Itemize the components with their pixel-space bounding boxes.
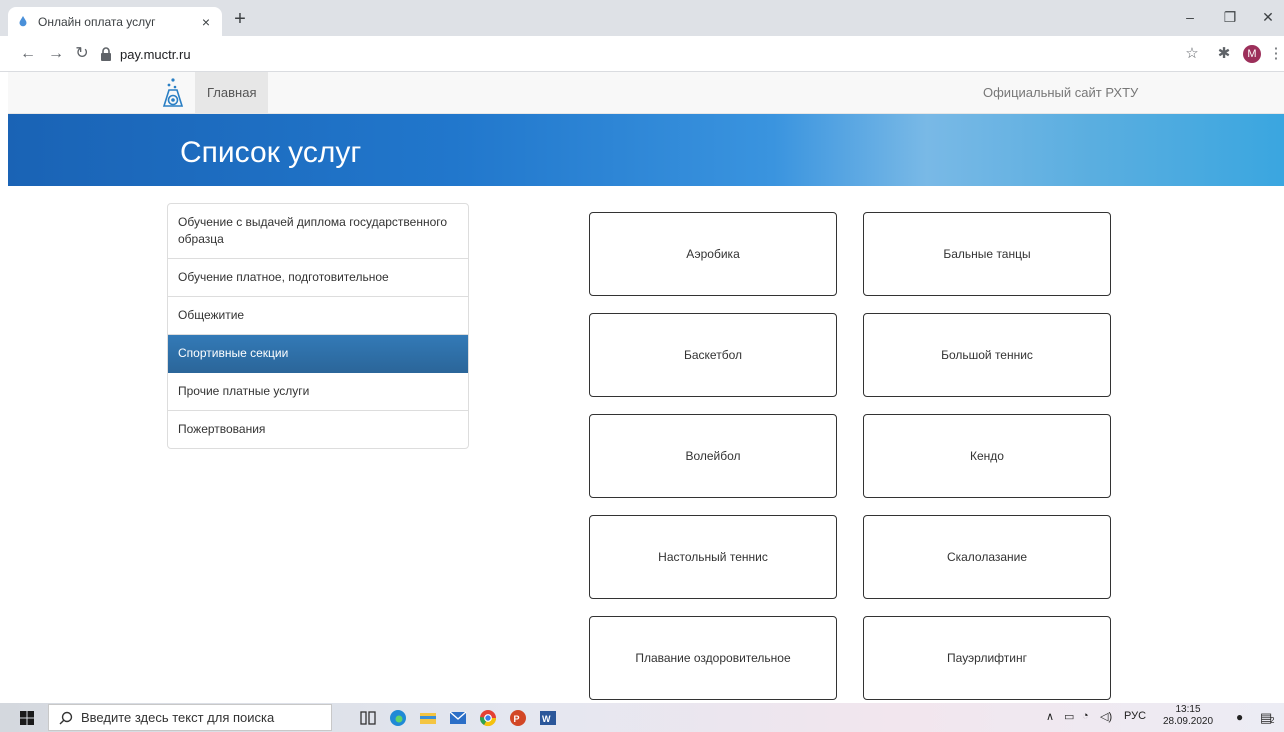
service-button-volleyball[interactable]: Волейбол xyxy=(589,414,837,498)
category-list: Обучение с выдачей диплома государственн… xyxy=(167,203,469,449)
svg-text:P: P xyxy=(514,714,520,724)
dnd-icon[interactable]: ● xyxy=(1236,710,1243,724)
category-item-dormitory[interactable]: Общежитие xyxy=(168,297,468,335)
service-button-table-tennis[interactable]: Настольный теннис xyxy=(589,515,837,599)
category-item-diploma-education[interactable]: Обучение с выдачей диплома государственн… xyxy=(168,204,468,259)
page-title: Список услуг xyxy=(180,136,362,169)
service-button-ballroom-dancing[interactable]: Бальные танцы xyxy=(863,212,1111,296)
browser-tab[interactable]: Онлайн оплата услуг × xyxy=(8,7,222,36)
service-button-swimming[interactable]: Плавание оздоровительное xyxy=(589,616,837,700)
wifi-icon[interactable]: ◔ xyxy=(1082,710,1089,722)
forward-icon[interactable]: → xyxy=(44,42,68,66)
word-icon[interactable]: W xyxy=(538,708,558,728)
search-icon xyxy=(59,711,73,724)
service-button-aerobics[interactable]: Аэробика xyxy=(589,212,837,296)
clock-time: 13:15 xyxy=(1175,704,1201,715)
service-button-climbing[interactable]: Скалолазание xyxy=(863,515,1111,599)
extensions-icon[interactable]: ✱ xyxy=(1212,42,1236,66)
site-navbar: Главная Официальный сайт РХТУ xyxy=(8,72,1284,114)
url-text: pay.muctr.ru xyxy=(120,46,191,62)
taskbar-search-box[interactable]: Введите здесь текст для поиска xyxy=(48,704,332,731)
site-favicon-icon xyxy=(19,15,27,26)
volume-icon[interactable]: ◁) xyxy=(1100,710,1112,723)
address-bar[interactable]: pay.muctr.ru xyxy=(100,43,1160,65)
service-button-powerlifting[interactable]: Пауэрлифтинг xyxy=(863,616,1111,700)
clock-date: 28.09.2020 xyxy=(1162,716,1214,727)
reload-icon[interactable]: ↻ xyxy=(70,42,94,66)
chrome-icon[interactable] xyxy=(478,708,498,728)
taskbar-search-placeholder: Введите здесь текст для поиска xyxy=(81,710,275,725)
category-item-donations[interactable]: Пожертвования xyxy=(168,411,468,448)
browser-tab-strip: Онлайн оплата услуг × + – ❐ ✕ xyxy=(0,0,1284,36)
category-item-paid-preparatory[interactable]: Обучение платное, подготовительное xyxy=(168,259,468,297)
language-indicator[interactable]: РУС xyxy=(1124,710,1146,722)
file-explorer-icon[interactable] xyxy=(418,708,438,728)
windows-start-icon[interactable] xyxy=(20,711,34,725)
hero-banner: Список услуг xyxy=(8,114,1284,186)
tab-title: Онлайн оплата услуг xyxy=(38,14,156,29)
task-view-icon[interactable] xyxy=(358,708,378,728)
minimize-icon[interactable]: – xyxy=(1172,5,1208,29)
lock-icon xyxy=(101,47,111,61)
profile-avatar[interactable]: M xyxy=(1243,45,1261,63)
edge-browser-icon[interactable] xyxy=(388,708,408,728)
tab-close-icon[interactable]: × xyxy=(198,14,214,30)
mail-icon[interactable] xyxy=(448,708,468,728)
windows-taskbar: Введите здесь текст для поиска P W ∧ ▭ ◔… xyxy=(0,703,1284,732)
nav-home-link[interactable]: Главная xyxy=(195,72,269,113)
new-tab-button[interactable]: + xyxy=(228,8,252,32)
taskbar-clock[interactable]: 13:15 28.09.2020 xyxy=(1160,704,1216,728)
official-site-link[interactable]: Официальный сайт РХТУ xyxy=(983,72,1138,113)
category-item-sports-sections[interactable]: Спортивные секции xyxy=(168,335,468,373)
battery-icon[interactable]: ▭ xyxy=(1064,710,1074,723)
rhtu-logo-icon[interactable] xyxy=(160,76,186,110)
notification-count-badge: 2 xyxy=(1270,716,1275,725)
browser-menu-icon[interactable]: ⋮ xyxy=(1264,42,1284,66)
svg-text:W: W xyxy=(542,714,551,724)
tray-chevron-up-icon[interactable]: ∧ xyxy=(1046,710,1054,723)
service-button-kendo[interactable]: Кендо xyxy=(863,414,1111,498)
browser-toolbar: ← → ↻ pay.muctr.ru ☆ ✱ ⋮ xyxy=(0,36,1284,72)
category-item-other-paid-services[interactable]: Прочие платные услуги xyxy=(168,373,468,411)
restore-icon[interactable]: ❐ xyxy=(1212,5,1248,29)
powerpoint-icon[interactable]: P xyxy=(508,708,528,728)
close-window-icon[interactable]: ✕ xyxy=(1250,5,1284,29)
service-button-tennis[interactable]: Большой теннис xyxy=(863,313,1111,397)
service-button-basketball[interactable]: Баскетбол xyxy=(589,313,837,397)
bookmark-star-icon[interactable]: ☆ xyxy=(1180,42,1204,66)
back-icon[interactable]: ← xyxy=(16,42,40,66)
